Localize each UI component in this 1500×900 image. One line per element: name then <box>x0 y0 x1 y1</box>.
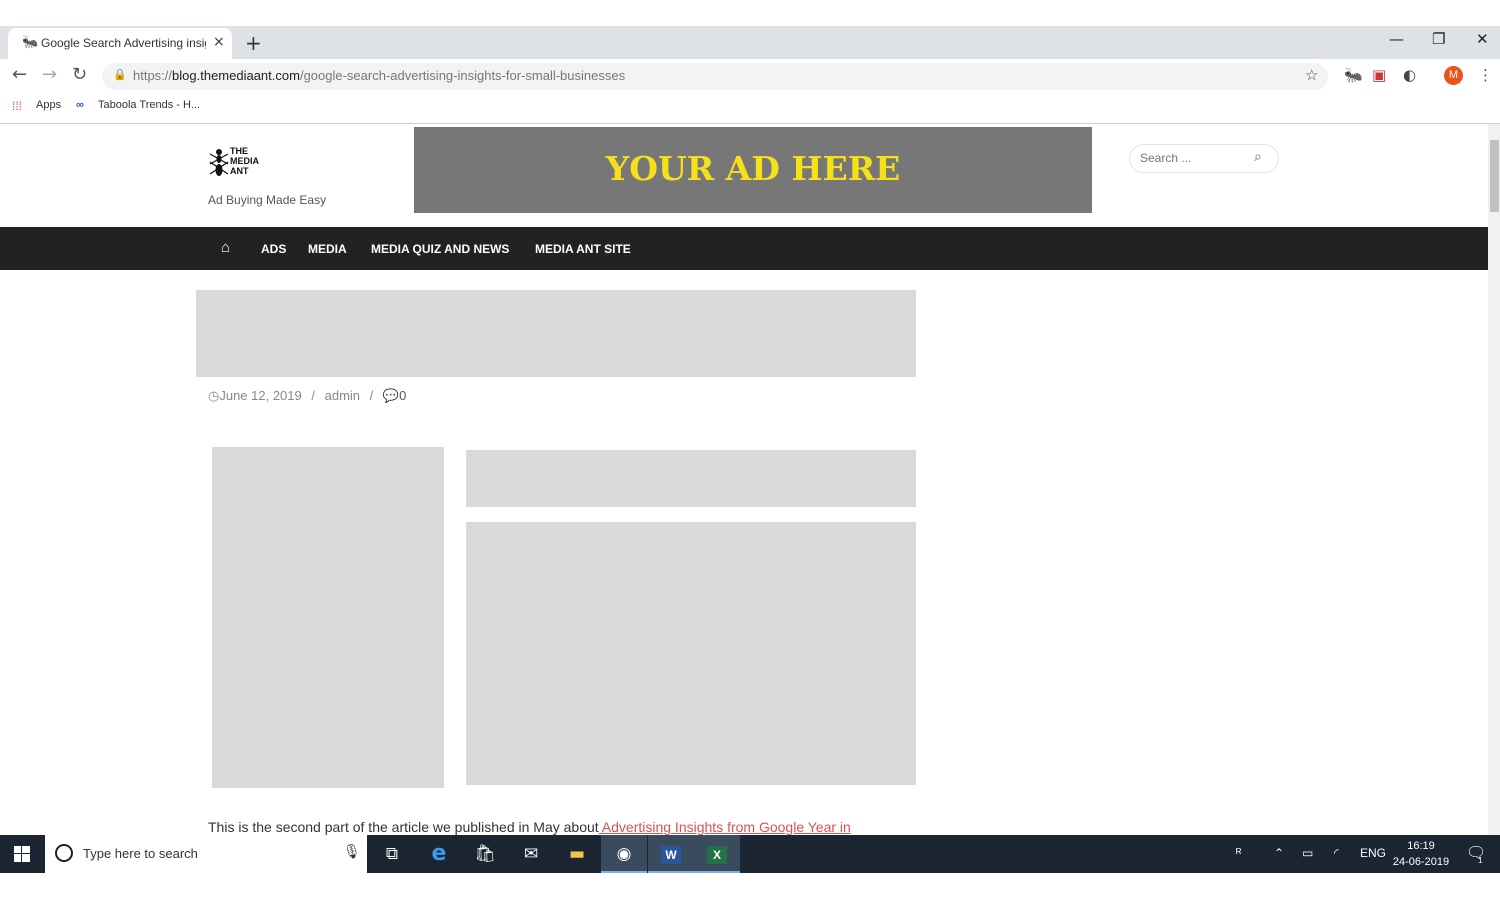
bookmark-star-icon[interactable]: ☆ <box>1305 66 1318 84</box>
windows-logo-icon <box>14 846 30 862</box>
url-text: https://blog.themediaant.com/google-sear… <box>133 68 626 83</box>
ad-banner-text: YOUR AD HERE <box>605 149 901 188</box>
scrollbar-thumb[interactable] <box>1490 140 1499 212</box>
battery-icon[interactable]: ▭ <box>1302 846 1313 860</box>
post-meta: ◷June 12, 2019 / admin / 💬0 <box>208 388 406 404</box>
extension-ant-icon[interactable]: 🐜 <box>1344 66 1363 84</box>
bookmarks-bar <box>0 93 1500 124</box>
article-link[interactable]: Advertising Insights from Google Year in <box>599 819 851 835</box>
home-icon[interactable]: ⌂ <box>221 239 230 256</box>
search-icon[interactable]: ⌕ <box>1254 149 1262 165</box>
cortana-icon <box>55 844 73 862</box>
logo-text: THE MEDIA ANT <box>230 146 259 176</box>
site-search[interactable]: ⌕ <box>1129 144 1279 173</box>
system-clock[interactable]: 16:19 24-06-2019 <box>1388 838 1454 870</box>
address-bar[interactable]: 🔒 https://blog.themediaant.com/google-se… <box>102 63 1328 90</box>
comment-count[interactable]: 0 <box>399 388 406 403</box>
post-date[interactable]: June 12, 2019 <box>219 388 301 403</box>
back-icon[interactable]: ← <box>12 64 27 85</box>
microphone-icon[interactable]: 🎙 <box>343 844 361 860</box>
ant-logo-icon <box>209 149 229 176</box>
start-button[interactable] <box>0 835 44 873</box>
reload-icon[interactable]: ↻ <box>72 64 87 85</box>
image-placeholder-top-right <box>466 450 916 507</box>
search-input[interactable] <box>1140 151 1250 165</box>
site-logo[interactable]: THE MEDIA ANT <box>208 144 288 180</box>
minimize-icon[interactable]: — <box>1389 30 1404 48</box>
wifi-icon[interactable]: ◜ <box>1334 846 1339 860</box>
notifications-icon[interactable]: 🗨 <box>1466 843 1486 863</box>
bookmark-taboola[interactable]: Taboola Trends - H... <box>98 99 200 111</box>
file-explorer-icon[interactable]: ▬ <box>554 835 600 873</box>
screen-bottom-margin <box>0 873 1500 900</box>
scrollbar[interactable] <box>1488 124 1500 835</box>
image-placeholder-left <box>212 447 444 788</box>
mail-icon[interactable]: ✉ <box>508 835 554 873</box>
store-icon[interactable]: 🛍 <box>462 835 508 873</box>
forward-icon[interactable]: → <box>42 64 57 85</box>
taskbar-search-placeholder: Type here to search <box>83 846 198 861</box>
window-close-icon[interactable]: ✕ <box>1476 30 1489 48</box>
new-tab-button[interactable]: + <box>245 31 262 55</box>
taboola-icon: ∞ <box>76 99 84 111</box>
nav-item-ads[interactable]: ADS <box>261 242 286 256</box>
meta-separator: / <box>369 388 374 403</box>
comment-icon: 💬 <box>382 388 400 403</box>
taskbar-search[interactable]: Type here to search 🎙 <box>45 835 367 873</box>
task-view-icon[interactable]: ⧉ <box>369 835 415 873</box>
show-hidden-icons-icon[interactable]: ⌃ <box>1274 846 1284 860</box>
clock-date: 24-06-2019 <box>1392 856 1450 868</box>
ad-banner[interactable]: YOUR AD HERE <box>414 127 1092 213</box>
paragraph-text: This is the second part of the article w… <box>208 819 599 835</box>
tab-title: Google Search Advertising insigh <box>41 36 206 50</box>
chrome-icon[interactable]: ◉ <box>601 835 647 873</box>
browser-tab[interactable]: 🐜 Google Search Advertising insigh × <box>8 28 232 59</box>
ant-favicon-icon: 🐜 <box>22 35 39 50</box>
title-placeholder <box>196 290 916 377</box>
clock-icon: ◷ <box>208 388 220 403</box>
notification-count: 1 <box>1478 856 1483 865</box>
edge-icon[interactable]: e <box>416 835 462 873</box>
restore-icon[interactable]: ❐ <box>1432 30 1445 48</box>
post-author[interactable]: admin <box>325 388 360 403</box>
article-paragraph: This is the second part of the article w… <box>208 819 851 835</box>
site-tagline: Ad Buying Made Easy <box>208 193 327 207</box>
nav-item-media[interactable]: MEDIA <box>308 242 347 256</box>
nav-item-media-quiz-and-news[interactable]: MEDIA QUIZ AND NEWS <box>371 242 509 256</box>
bookmark-apps[interactable]: Apps <box>36 99 61 111</box>
nav-item-media-ant-site[interactable]: MEDIA ANT SITE <box>535 242 631 256</box>
apps-grid-icon[interactable]: ⁞⁞⁞ <box>12 99 22 113</box>
image-placeholder-right <box>466 522 916 785</box>
profile-avatar[interactable]: M <box>1444 66 1463 85</box>
extension-circle-icon[interactable]: ◐ <box>1403 66 1416 84</box>
lock-icon: 🔒 <box>113 68 127 81</box>
clock-time: 16:19 <box>1407 840 1435 852</box>
menu-kebab-icon[interactable]: ⋮ <box>1478 66 1493 84</box>
word-icon[interactable]: W <box>648 835 694 873</box>
tab-close-icon[interactable]: × <box>213 34 225 50</box>
people-icon[interactable]: ᴿ <box>1236 846 1241 860</box>
meta-separator: / <box>311 388 315 403</box>
pdf-extension-icon[interactable]: ▣ <box>1372 66 1386 84</box>
language-indicator[interactable]: ENG <box>1360 846 1386 860</box>
excel-icon[interactable]: X <box>694 835 740 873</box>
